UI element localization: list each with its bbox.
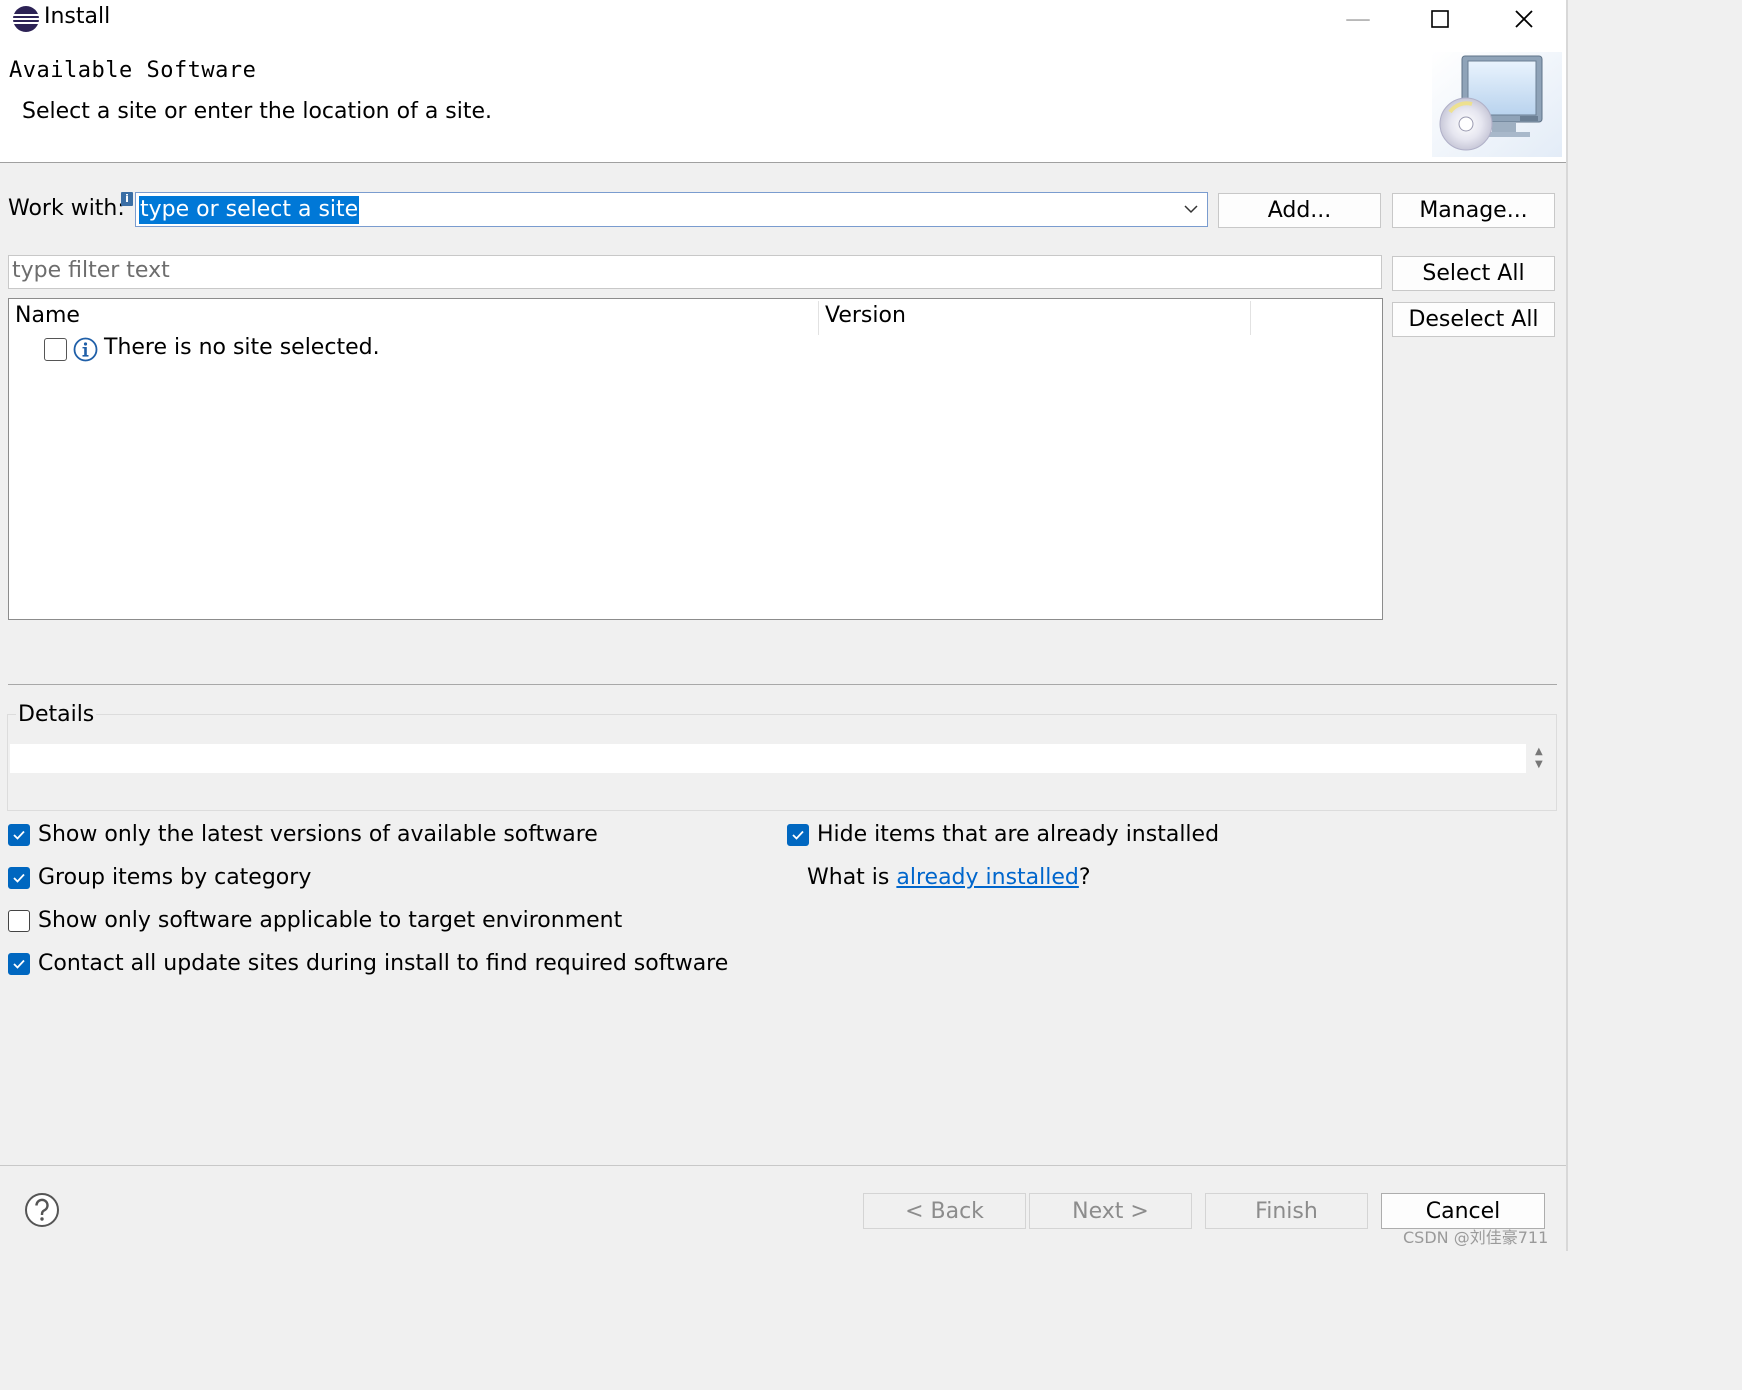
applicable-only-label[interactable]: Show only software applicable to target … [38,908,622,933]
finish-button[interactable]: Finish [1205,1193,1368,1229]
page-title: Available Software [9,58,257,83]
filter-placeholder: type filter text [12,258,170,283]
column-separator[interactable] [1250,301,1251,335]
back-button[interactable]: < Back [863,1193,1026,1229]
info-decoration-icon: i [121,192,133,206]
maximize-button[interactable] [1400,0,1480,38]
details-text-area[interactable] [10,744,1526,773]
details-label: Details [16,702,97,727]
software-table[interactable]: Name Version There is no site selected. [8,298,1383,620]
contact-all-sites-label[interactable]: Contact all update sites during install … [38,951,728,976]
minimize-button[interactable]: — [1318,0,1398,38]
filter-input[interactable]: type filter text [8,255,1382,289]
window-edge [1566,0,1568,1251]
what-is-suffix: ? [1078,865,1091,890]
show-latest-label[interactable]: Show only the latest versions of availab… [38,822,598,847]
window-title: Install [44,4,111,29]
watermark: CSDN @刘佳豪711 [1403,1228,1549,1247]
checkmark-icon [13,830,25,840]
help-icon[interactable] [24,1192,60,1228]
footer-separator [0,1165,1568,1166]
contact-all-sites-option[interactable]: Contact all update sites during install … [8,951,728,976]
hide-installed-label[interactable]: Hide items that are already installed [817,822,1219,847]
next-button[interactable]: Next > [1029,1193,1192,1229]
maximize-icon [1431,10,1449,28]
page-description: Select a site or enter the location of a… [22,99,493,124]
show-latest-option[interactable]: Show only the latest versions of availab… [8,822,598,847]
install-banner-icon [1432,52,1562,157]
show-latest-checkbox[interactable] [8,823,30,846]
applicable-only-option[interactable]: Show only software applicable to target … [8,908,622,933]
column-separator[interactable] [818,301,819,335]
checkmark-icon [13,959,25,969]
select-all-button[interactable]: Select All [1392,256,1555,291]
hide-installed-option[interactable]: Hide items that are already installed [787,822,1219,847]
applicable-only-checkbox[interactable] [8,909,30,932]
table-row-text: There is no site selected. [104,335,380,360]
add-site-button[interactable]: Add... [1218,193,1381,228]
already-installed-link[interactable]: already installed [896,865,1079,890]
contact-all-sites-checkbox[interactable] [8,952,30,975]
what-is-prefix: What is [807,865,897,890]
split-sash[interactable] [8,684,1557,685]
minimize-icon: — [1345,4,1371,34]
hide-installed-checkbox[interactable] [787,823,809,846]
info-icon [73,337,98,362]
group-by-category-option[interactable]: Group items by category [8,865,311,890]
close-button[interactable] [1484,0,1564,38]
group-by-category-label[interactable]: Group items by category [38,865,311,890]
eclipse-logo-icon [13,6,39,32]
work-with-label: Work with: [8,196,125,221]
what-is-installed-text: What is already installed? [807,865,1091,890]
row-checkbox[interactable] [44,338,67,361]
deselect-all-button[interactable]: Deselect All [1392,302,1555,337]
scroll-up-icon[interactable]: ▲ [1535,746,1543,757]
checkmark-icon [13,873,25,883]
group-by-category-checkbox[interactable] [8,866,30,889]
work-with-combo[interactable]: type or select a site [135,192,1208,227]
scroll-down-icon[interactable]: ▼ [1535,759,1543,770]
manage-sites-button[interactable]: Manage... [1392,193,1555,228]
column-header-version[interactable]: Version [825,303,906,328]
checkmark-icon [792,830,804,840]
work-with-combo-value[interactable]: type or select a site [139,196,360,224]
close-icon [1515,10,1533,28]
chevron-down-icon[interactable] [1183,196,1199,222]
column-header-name[interactable]: Name [15,303,80,328]
